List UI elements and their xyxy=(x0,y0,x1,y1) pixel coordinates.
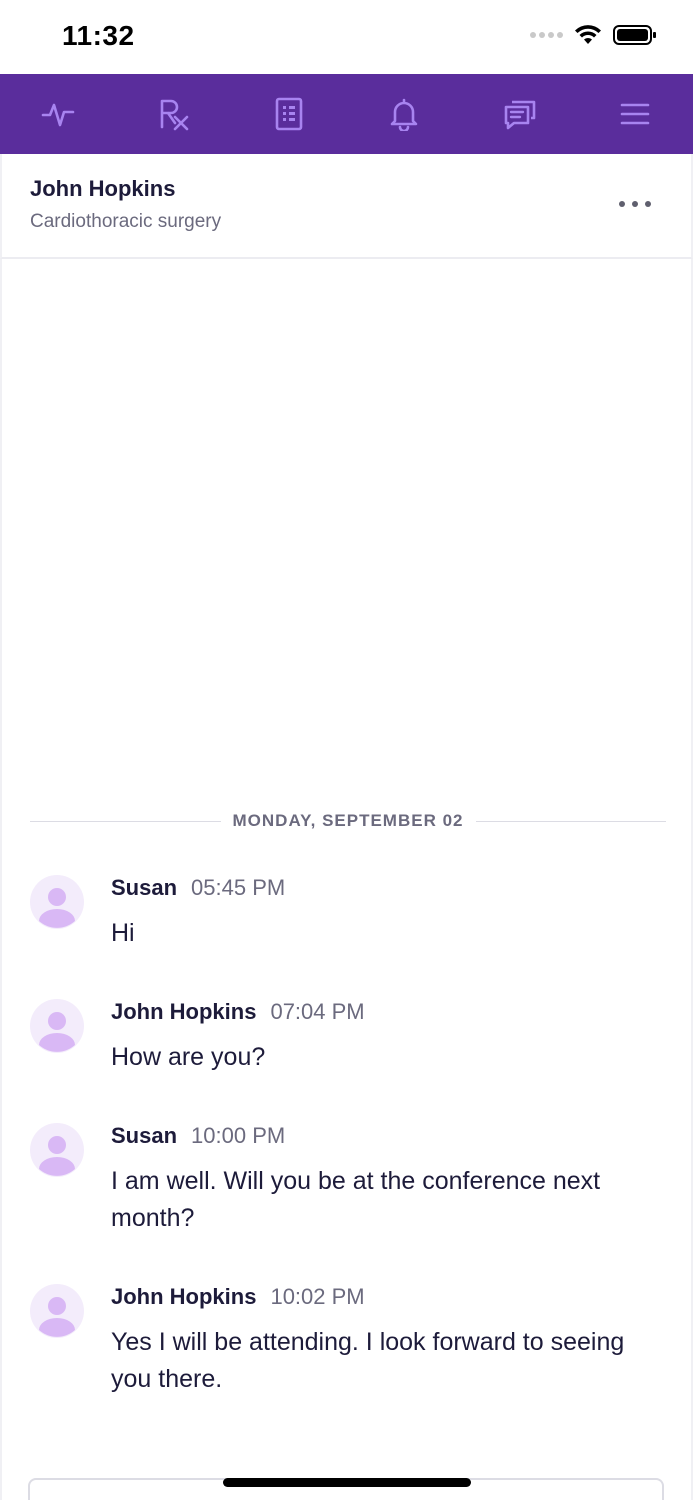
more-dot-icon xyxy=(645,201,651,207)
message-sender: John Hopkins xyxy=(111,1284,257,1309)
message-text: How are you? xyxy=(111,1043,266,1071)
more-dot-icon xyxy=(619,201,625,207)
status-time: 11:32 xyxy=(62,20,135,51)
message-text: Hi xyxy=(111,919,135,947)
more-options-button[interactable] xyxy=(619,194,651,214)
message-header: John Hopkins 10:02 PM xyxy=(111,1284,666,1310)
message-body: Susan 05:45 PM Hi xyxy=(111,875,666,952)
message-header: Susan 05:45 PM xyxy=(111,875,666,901)
user-icon xyxy=(39,888,75,928)
message-text: Yes I will be attending. I look forward … xyxy=(111,1328,625,1393)
vitals-icon[interactable] xyxy=(40,96,76,132)
user-icon xyxy=(39,1297,75,1337)
document-icon[interactable] xyxy=(271,96,307,132)
status-bar: 11:32 xyxy=(0,0,693,74)
message-header: Susan 10:00 PM xyxy=(111,1123,666,1149)
message-time: 10:02 PM xyxy=(270,1284,365,1309)
prescription-icon[interactable] xyxy=(155,96,191,132)
date-label: MONDAY, SEPTEMBER 02 xyxy=(232,811,464,830)
avatar[interactable] xyxy=(30,875,84,929)
message-body: John Hopkins 07:04 PM How are you? xyxy=(111,999,666,1076)
message-text: I am well. Will you be at the conference… xyxy=(111,1167,601,1232)
message-time: 10:00 PM xyxy=(191,1123,286,1148)
avatar[interactable] xyxy=(30,999,84,1053)
status-indicators xyxy=(530,24,657,46)
battery-icon xyxy=(613,25,656,45)
message-sender: Susan xyxy=(111,1123,178,1148)
divider xyxy=(475,820,667,822)
top-nav xyxy=(0,74,693,154)
avatar[interactable] xyxy=(30,1284,84,1338)
message-sender: Susan xyxy=(111,875,178,900)
message-body: Susan 10:00 PM I am well. Will you be at… xyxy=(111,1123,666,1237)
home-indicator[interactable] xyxy=(223,1478,471,1487)
user-icon xyxy=(39,1136,75,1176)
message-time: 05:45 PM xyxy=(191,875,286,900)
wifi-icon xyxy=(575,25,601,44)
divider xyxy=(30,820,221,822)
contact-name: John Hopkins xyxy=(30,176,176,201)
message-time: 07:04 PM xyxy=(270,999,365,1024)
chat-icon[interactable] xyxy=(502,96,538,132)
conversation-header: John Hopkins Cardiothoracic surgery xyxy=(0,154,693,259)
chat-area[interactable]: MONDAY, SEPTEMBER 02 Susan 05:45 PM Hi J… xyxy=(0,259,693,1500)
message-body: John Hopkins 10:02 PM Yes I will be atte… xyxy=(111,1284,666,1398)
avatar[interactable] xyxy=(30,1123,84,1177)
menu-icon[interactable] xyxy=(617,96,653,132)
contact-specialty: Cardiothoracic surgery xyxy=(30,211,222,232)
user-icon xyxy=(39,1012,75,1052)
message-sender: John Hopkins xyxy=(111,999,257,1024)
date-separator: MONDAY, SEPTEMBER 02 xyxy=(30,809,667,833)
bell-icon[interactable] xyxy=(386,96,422,132)
message-header: John Hopkins 07:04 PM xyxy=(111,999,666,1025)
signal-icon xyxy=(530,32,563,38)
more-dot-icon xyxy=(632,201,638,207)
